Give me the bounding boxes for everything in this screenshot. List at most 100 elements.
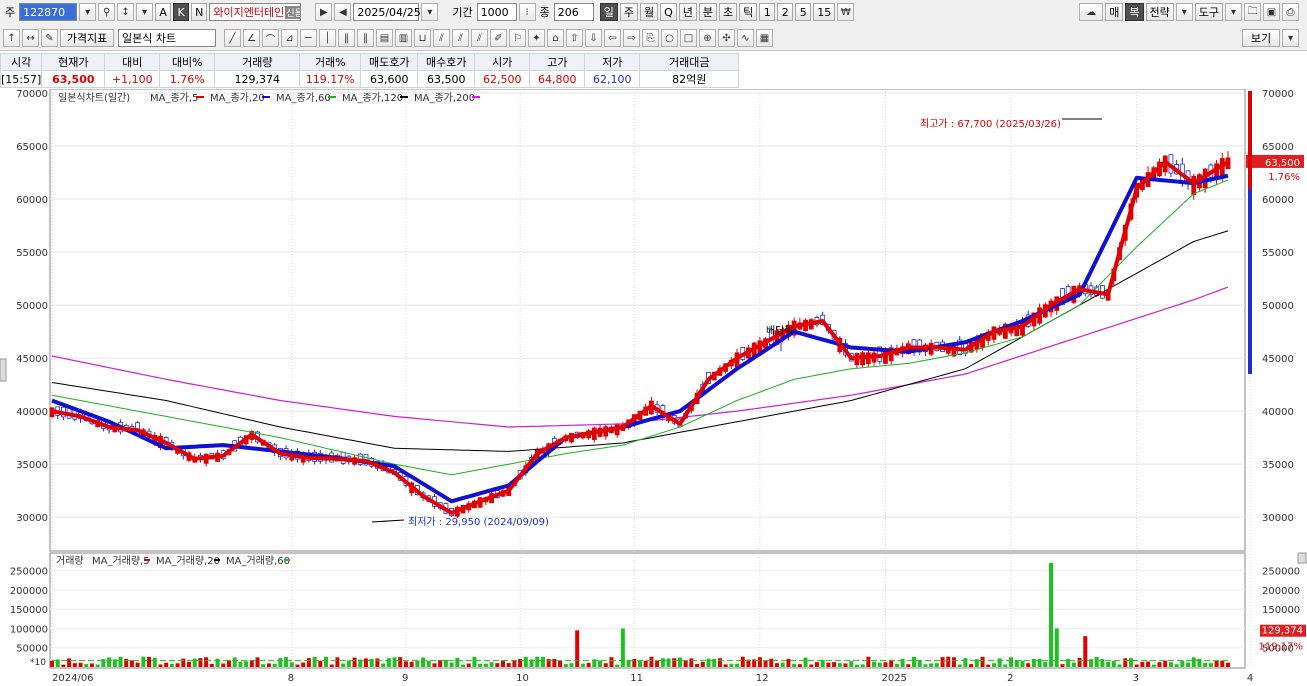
period-tick-button[interactable]: 틱 xyxy=(739,3,758,21)
period-day-button[interactable]: 일 xyxy=(599,3,618,21)
drawing-tool-icon[interactable]: ‖ xyxy=(338,29,355,47)
period-second-button[interactable]: 초 xyxy=(719,3,738,21)
market-n-button[interactable]: N xyxy=(191,3,208,21)
interval-1-button[interactable]: 1 xyxy=(759,3,776,21)
search-icon[interactable]: ⚲ xyxy=(98,3,116,21)
drawing-tool-icon[interactable]: ✐ xyxy=(490,29,507,47)
volume-bar xyxy=(1226,662,1230,667)
dropdown-icon[interactable]: ▾ xyxy=(1282,29,1299,47)
drawing-tool-icon[interactable]: ⌒ xyxy=(262,29,279,47)
volume-bar xyxy=(598,660,603,667)
drawing-tool-icon[interactable]: ▦ xyxy=(756,29,773,47)
stock-code-input[interactable]: 122870 xyxy=(19,3,78,21)
period-week-button[interactable]: 주 xyxy=(619,3,638,21)
left-right-arrow-icon[interactable]: ↔ xyxy=(22,29,39,47)
date-input[interactable]: 2025/04/25 xyxy=(353,3,421,21)
dropdown-icon[interactable]: ▾ xyxy=(136,3,154,21)
edit-icon[interactable]: ✎ xyxy=(41,29,58,47)
volume-bar xyxy=(1180,660,1185,667)
tools-button[interactable]: 도구 xyxy=(1194,3,1223,21)
drawing-tool-icon[interactable]: ∿ xyxy=(737,29,754,47)
drawing-tool-icon[interactable]: ─ xyxy=(300,29,317,47)
up-arrow-icon[interactable]: ↑ xyxy=(3,29,20,47)
drawing-tool-icon[interactable]: ∠ xyxy=(243,29,260,47)
drawing-tool-icon[interactable]: ‖ xyxy=(357,29,374,47)
volume-scale-note: *10 xyxy=(30,658,46,668)
volume-bar xyxy=(780,662,785,667)
drawing-tool-icon[interactable]: ⎘ xyxy=(642,29,659,47)
drawing-tool-icon[interactable]: ✦ xyxy=(528,29,545,47)
cloud-icon[interactable]: ☁ xyxy=(1079,3,1104,21)
spin-icon[interactable]: ⁝ xyxy=(518,3,536,21)
sort-icon[interactable]: ↕ xyxy=(117,3,135,21)
quote-value: 1.76% xyxy=(159,70,216,88)
period-quarter-button[interactable]: Q xyxy=(660,3,677,21)
drawing-tool-icon[interactable]: ⇦ xyxy=(604,29,621,47)
period-minute-button[interactable]: 분 xyxy=(698,3,718,21)
sell-button[interactable]: 매 xyxy=(1105,3,1124,21)
volume-bar xyxy=(837,663,842,667)
drawing-tool-icon[interactable]: ⫽ xyxy=(452,29,469,47)
drawing-tool-icon[interactable]: ⇧ xyxy=(566,29,583,47)
drawing-tool-icon[interactable]: ✣ xyxy=(718,29,735,47)
multi-button[interactable]: 복 xyxy=(1125,3,1144,21)
calendar-dropdown-icon[interactable]: ▾ xyxy=(421,3,439,21)
drawing-tool-icon[interactable]: ▥ xyxy=(395,29,412,47)
drawing-tool-icon[interactable]: │ xyxy=(319,29,336,47)
quote-value: 129,374 xyxy=(214,70,301,88)
volume-bar xyxy=(381,663,386,667)
interval-5-button[interactable]: 5 xyxy=(795,3,812,21)
drawing-tool-icon[interactable]: ⇨ xyxy=(623,29,640,47)
price-indicator-button[interactable]: 가격지표 xyxy=(60,29,114,47)
drawing-tool-icon[interactable]: ⫽ xyxy=(433,29,450,47)
volume-title: 거래량 xyxy=(56,555,84,567)
drawing-tool-icon[interactable]: ⌂ xyxy=(547,29,564,47)
drawing-tool-icon[interactable]: ⇩ xyxy=(585,29,602,47)
market-k-button[interactable]: K xyxy=(173,3,190,21)
volume-bar xyxy=(89,663,94,667)
drawing-tool-icon[interactable]: ⊿ xyxy=(281,29,298,47)
interval-15-button[interactable]: 15 xyxy=(813,3,836,21)
period-year-button[interactable]: 년 xyxy=(678,3,697,21)
volume-bar xyxy=(860,664,865,667)
volume-bar xyxy=(421,657,426,667)
drawing-tool-icon[interactable]: □ xyxy=(680,29,697,47)
drawing-tool-icon[interactable]: ⊔ xyxy=(414,29,431,47)
volume-bar xyxy=(523,656,528,667)
dropdown-icon[interactable]: ▾ xyxy=(1175,3,1193,21)
stock-chart[interactable]: 30000 3000035000 3500040000 4000045000 45000… xyxy=(0,89,1307,686)
folder-icon[interactable]: 🗀 xyxy=(1244,3,1261,21)
volume-bar xyxy=(563,664,568,667)
y-tick-label: 35000 xyxy=(16,460,48,471)
strategy-button[interactable]: 전략 xyxy=(1145,3,1174,21)
count-input[interactable]: 206 xyxy=(553,3,594,21)
drawing-tool-icon[interactable]: ▤ xyxy=(376,29,393,47)
dropdown-icon[interactable]: ▾ xyxy=(79,3,97,21)
prev-arrow-icon[interactable]: ◀ xyxy=(334,3,352,21)
period-month-button[interactable]: 월 xyxy=(639,3,659,21)
drawing-tool-icon[interactable]: ╱ xyxy=(224,29,241,47)
period-input[interactable]: 1000 xyxy=(476,3,517,21)
drawing-tool-icon[interactable]: ⫽ xyxy=(471,29,488,47)
volume-bar xyxy=(341,663,346,667)
drawing-tool-icon[interactable]: ⊕ xyxy=(699,29,716,47)
volume-bar xyxy=(478,663,483,667)
drawing-tool-icon[interactable]: ○ xyxy=(661,29,678,47)
volume-bar xyxy=(461,664,466,667)
view-button[interactable]: 보기 xyxy=(1242,29,1280,47)
volume-bar xyxy=(763,660,768,667)
volume-bar xyxy=(392,657,397,667)
print-icon[interactable]: ⎙ xyxy=(1282,3,1299,21)
save-icon[interactable]: ▣ xyxy=(1263,3,1280,21)
dropdown-icon[interactable]: ▾ xyxy=(1225,3,1242,21)
volume-bar xyxy=(575,630,580,667)
volume-tick-label-right: 150000 xyxy=(1262,605,1300,616)
drawing-tool-icon[interactable]: ⚐ xyxy=(509,29,526,47)
interval-2-button[interactable]: 2 xyxy=(777,3,794,21)
market-a-button[interactable]: A xyxy=(155,3,172,21)
candle-settings-icon[interactable]: ₩ xyxy=(837,3,855,21)
volume-bar xyxy=(124,658,129,667)
next-arrow-icon[interactable]: ▶ xyxy=(315,3,333,21)
volume-bar xyxy=(917,660,922,667)
chart-type-select[interactable]: 일본식 차트 xyxy=(118,29,216,47)
